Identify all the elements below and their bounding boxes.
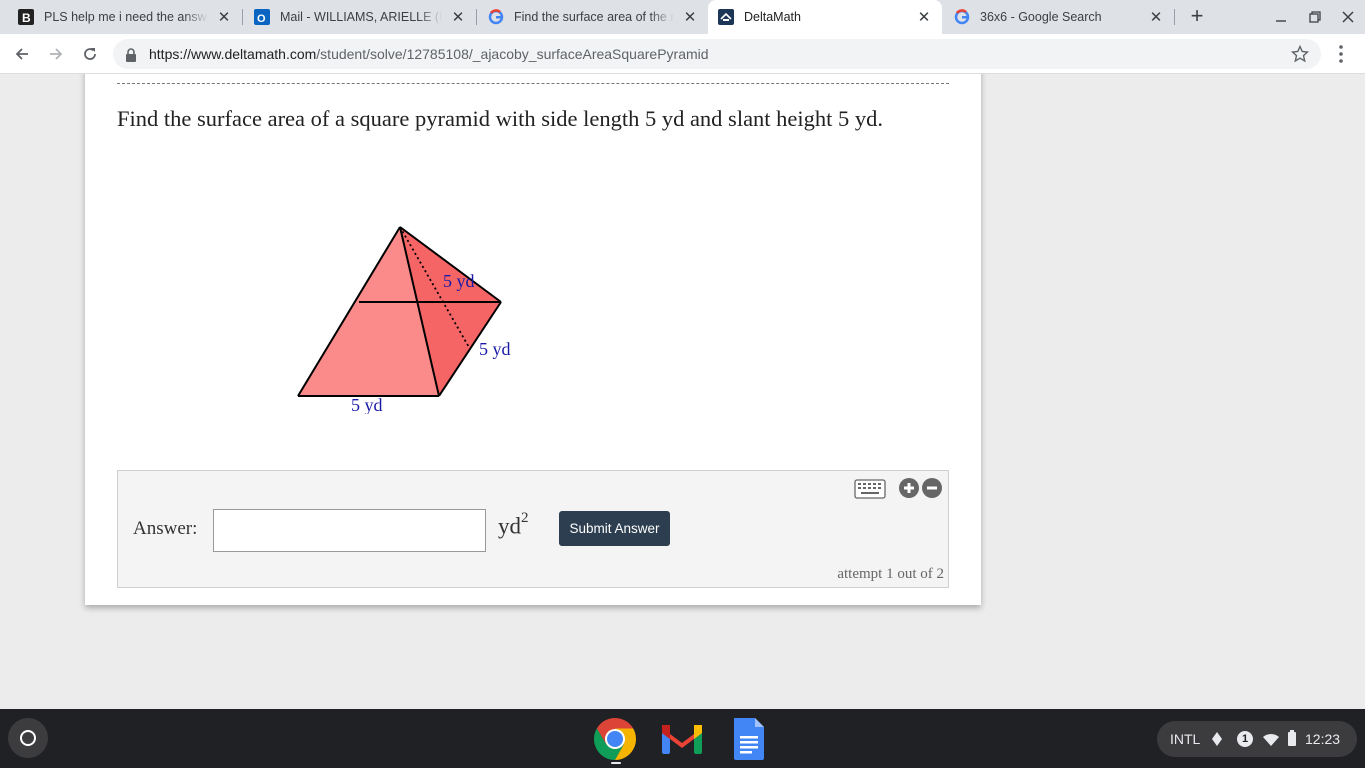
svg-text:B: B <box>22 11 31 25</box>
keyboard-icon[interactable] <box>854 479 886 503</box>
side-edge-label: 5 yd <box>479 339 511 359</box>
forward-icon[interactable] <box>45 43 67 65</box>
answer-label: Answer: <box>133 518 198 539</box>
svg-text:O: O <box>257 13 266 25</box>
deltamath-icon <box>718 9 734 25</box>
google-icon <box>954 9 970 25</box>
tab-separator <box>242 9 243 25</box>
close-tab-icon[interactable]: ✕ <box>1148 9 1164 25</box>
stylus-icon <box>1210 731 1224 751</box>
slant-height-label: 5 yd <box>443 271 475 291</box>
url-text[interactable]: https://www.deltamath.com/student/solve/… <box>149 46 709 62</box>
attempt-counter: attempt 1 out of 2 <box>837 566 944 582</box>
unit-base: yd <box>498 513 521 539</box>
status-tray[interactable]: INTL 1 12:23 <box>1157 721 1357 757</box>
problem-card: Find the surface area of a square pyrami… <box>85 74 981 605</box>
google-icon <box>488 9 504 25</box>
kebab-menu-icon[interactable] <box>1333 43 1349 65</box>
clock: 12:23 <box>1305 731 1341 747</box>
divider <box>117 83 949 84</box>
answer-input[interactable] <box>213 509 486 552</box>
url-path: /student/solve/12785108/_ajacoby_surface… <box>316 46 709 62</box>
close-tab-icon[interactable]: ✕ <box>916 9 932 25</box>
minimize-icon[interactable] <box>1270 6 1292 28</box>
new-tab-button[interactable]: + <box>1187 5 1207 27</box>
close-tab-icon[interactable]: ✕ <box>216 9 232 25</box>
notification-count: 1 <box>1237 731 1253 747</box>
close-window-icon[interactable] <box>1337 6 1359 28</box>
brainly-icon: B <box>18 9 34 25</box>
tab-title: DeltaMath <box>744 10 801 24</box>
tab-brainly[interactable]: B PLS help me i need the answer ✕ <box>8 0 242 34</box>
browser-toolbar: https://www.deltamath.com/student/solve/… <box>0 34 1365 74</box>
answer-unit: yd2 <box>498 510 529 540</box>
submit-answer-button[interactable]: Submit Answer <box>559 511 670 546</box>
problem-text: Find the surface area of a square pyrami… <box>117 106 884 131</box>
os-shelf: INTL 1 12:23 <box>0 709 1365 768</box>
bookmark-star-icon[interactable] <box>1290 44 1310 67</box>
close-tab-icon[interactable]: ✕ <box>450 9 466 25</box>
tab-strip: B PLS help me i need the answer ✕ O Mail… <box>0 0 1365 34</box>
unit-exponent: 2 <box>521 510 529 526</box>
docs-icon[interactable] <box>727 717 771 761</box>
lock-icon[interactable] <box>125 47 137 66</box>
battery-icon <box>1288 730 1296 750</box>
base-edge-label: 5 yd <box>351 395 383 414</box>
url-host: https://www.deltamath.com <box>149 46 317 62</box>
input-method-label: INTL <box>1170 731 1201 747</box>
wifi-icon <box>1263 732 1279 751</box>
tab-title: 36x6 - Google Search <box>980 10 1102 24</box>
tab-title: PLS help me i need the answer <box>44 10 208 24</box>
reload-icon[interactable] <box>79 43 101 65</box>
close-tab-icon[interactable]: ✕ <box>682 9 698 25</box>
tab-outlook[interactable]: O Mail - WILLIAMS, ARIELLE (RL ✕ <box>244 0 476 34</box>
tab-deltamath[interactable]: DeltaMath ✕ <box>708 0 942 34</box>
back-icon[interactable] <box>11 43 33 65</box>
page-viewport: Find the surface area of a square pyrami… <box>0 74 1365 709</box>
answer-panel: Answer: yd2 Submit Answer attempt 1 out … <box>117 470 949 588</box>
omnibox[interactable]: https://www.deltamath.com/student/solve/… <box>113 39 1321 69</box>
chrome-icon[interactable] <box>593 717 637 761</box>
gmail-icon[interactable] <box>660 717 704 761</box>
active-app-indicator <box>611 762 621 764</box>
tab-title: Mail - WILLIAMS, ARIELLE (RL <box>280 10 442 24</box>
tab-google-search-2[interactable]: 36x6 - Google Search ✕ <box>944 0 1174 34</box>
zoom-in-icon[interactable] <box>898 477 920 503</box>
pyramid-figure: 5 yd 5 yd 5 yd <box>297 226 511 414</box>
tab-google-search-1[interactable]: Find the surface area of the re ✕ <box>478 0 708 34</box>
tab-separator <box>476 9 477 25</box>
zoom-out-icon[interactable] <box>921 477 943 503</box>
tab-title: Find the surface area of the re <box>514 10 674 24</box>
tab-separator <box>1174 9 1175 25</box>
outlook-icon: O <box>254 9 270 25</box>
restore-icon[interactable] <box>1304 6 1326 28</box>
launcher-icon[interactable] <box>8 718 48 758</box>
